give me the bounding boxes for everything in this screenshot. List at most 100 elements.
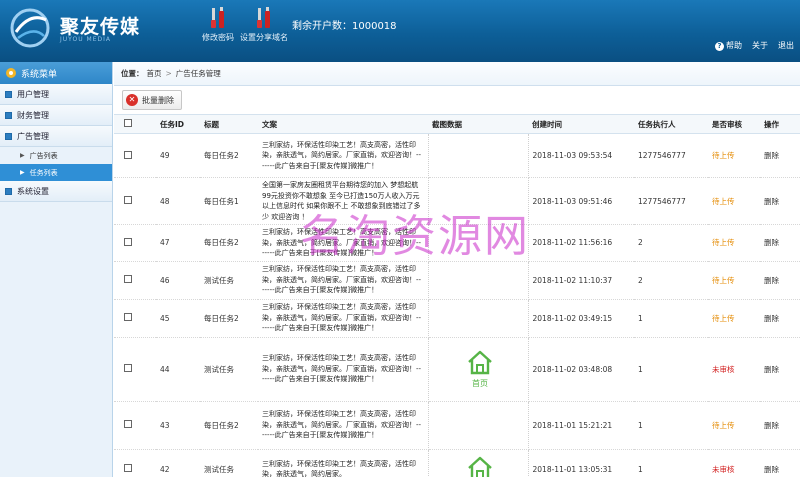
ad-copy: 三利家纺，环保活性印染工艺！高支高密，活性印染，亲肤透气，简约居家。厂家直销，欢… [258,401,429,450]
task-id: 47 [156,224,200,262]
row-checkbox[interactable] [124,313,132,321]
sidebar-item-finance-management[interactable]: 财务管理 [0,105,112,126]
table-row: 42 测试任务 三利家纺，环保活性印染工艺！高支高密，活性印染，亲肤透气，简约居… [114,449,800,477]
executor: 1 [634,449,708,477]
screenshot-cell [428,224,529,262]
top-header: 聚友传媒 JUYOU MEDIA 修改密码 设置分享域名 剩余开户数：10000… [0,0,800,62]
task-title: 每日任务2 [200,299,258,338]
task-id: 49 [156,133,200,178]
screenshot-cell[interactable]: 首页 [428,337,529,402]
review-status: 待上传 [708,133,760,178]
delete-link[interactable]: 删除 [760,177,800,225]
executor: 1 [634,401,708,450]
column-header: 文案 [258,114,428,134]
home-icon [468,350,492,375]
row-select-cell [114,337,156,402]
sidebar-item-label: 广告管理 [17,131,49,141]
gear-icon [6,68,16,78]
main-content: 位置： 首页 > 广告任务管理 ✕ 批量删除 任务ID 标题 文案 截图数据 创… [114,62,800,477]
row-checkbox[interactable] [124,420,132,428]
brand-name: 聚友传媒 [60,16,141,38]
ad-copy: 三利家纺，环保活性印染工艺！高支高密，活性印染，亲肤透气，简约居家。厂家直销，欢… [258,299,429,338]
ad-copy: 三利家纺，环保活性印染工艺！高支高密，活性印染，亲肤透气，简约居家。厂家直销，欢… [258,261,429,300]
row-select-cell [114,401,156,450]
brand-subtitle: JUYOU MEDIA [60,36,111,43]
row-select-cell [114,261,156,300]
created-time: 2018-11-02 03:49:15 [528,299,634,338]
review-status: 待上传 [708,401,760,450]
sidebar-item-system-settings[interactable]: 系统设置 [0,181,112,202]
task-title: 测试任务 [200,261,258,300]
sidebar-title: 系统菜单 [0,62,112,84]
breadcrumb-prefix: 位置： [121,69,144,78]
executor: 1277546777 [634,133,708,178]
created-time: 2018-11-02 11:10:37 [528,261,634,300]
column-header: 截图数据 [428,114,528,134]
select-all-checkbox[interactable] [124,119,132,127]
sidebar-subitem-ad-list[interactable]: ▶ 广告列表 [0,147,112,164]
task-title: 每日任务2 [200,133,258,178]
about-link[interactable]: 关于 [752,40,768,51]
delete-link[interactable]: 删除 [760,299,800,338]
sidebar-item-label: 用户管理 [17,89,49,99]
review-status: 待上传 [708,177,760,225]
ad-copy: 三利家纺，环保活性印染工艺！高支高密，活性印染，亲肤透气，简约居家。厂家直销，欢… [258,133,429,178]
sidebar-item-label: 系统设置 [17,186,49,196]
review-status: 待上传 [708,299,760,338]
sidebar-item-ad-management[interactable]: 广告管理 [0,126,112,147]
row-checkbox[interactable] [124,150,132,159]
bulk-delete-button[interactable]: ✕ 批量删除 [122,90,182,110]
breadcrumb-home[interactable]: 首页 [147,68,162,79]
task-title: 每日任务1 [200,177,258,225]
row-checkbox[interactable] [124,237,132,246]
sidebar-item-user-management[interactable]: 用户管理 [0,84,112,105]
delete-link[interactable]: 删除 [760,224,800,262]
created-time: 2018-11-03 09:53:54 [528,133,634,178]
review-status: 待上传 [708,261,760,300]
remaining-accounts-label: 剩余开户数： [292,21,352,32]
table-row: 46 测试任务 三利家纺，环保活性印染工艺！高支高密，活性印染，亲肤透气，简约居… [114,261,800,300]
menu-square-icon [5,187,12,195]
ad-copy: 三利家纺，环保活性印染工艺！高支高密，活性印染，亲肤透气，简约居家。厂家直销，欢… [258,337,429,402]
change-password-tool[interactable]: 修改密码 [192,6,244,43]
screenshot-cell [428,261,529,300]
share-domain-tool[interactable]: 设置分享域名 [238,6,290,43]
row-select-cell [114,133,156,178]
delete-link[interactable]: 删除 [760,401,800,450]
screenshot-cell[interactable] [428,449,529,477]
executor: 2 [634,261,708,300]
row-checkbox[interactable] [124,464,132,472]
delete-link[interactable]: 删除 [760,133,800,178]
share-domain-label: 设置分享域名 [240,33,288,42]
delete-link[interactable]: 删除 [760,337,800,402]
exit-link[interactable]: 退出 [778,40,794,51]
row-checkbox[interactable] [124,196,132,204]
row-checkbox[interactable] [124,364,132,372]
row-select-cell [114,224,156,262]
select-all-header [114,114,156,134]
wrench-screwdriver-icon [257,7,270,28]
column-header: 创建时间 [528,114,634,134]
row-checkbox[interactable] [124,275,132,283]
ad-copy: 三利家纺，环保活性印染工艺！高支高密，活性印染，亲肤透气，简约居家。 [258,449,429,477]
home-icon [468,456,492,477]
breadcrumb: 位置： 首页 > 广告任务管理 [114,62,800,86]
help-link[interactable]: ? 帮助 [715,40,742,51]
breadcrumb-current: 广告任务管理 [175,69,221,78]
task-id: 44 [156,337,200,402]
created-time: 2018-11-02 03:48:08 [528,337,634,402]
delete-link[interactable]: 删除 [760,261,800,300]
menu-square-icon [5,111,12,119]
sidebar-subitem-task-list[interactable]: ▶ 任务列表 [0,164,112,181]
sidebar: 系统菜单 用户管理 财务管理 广告管理 ▶ 广告列表 ▶ 任务列表 系统设置 [0,62,113,477]
delete-link[interactable]: 删除 [760,449,800,477]
screenshot-cell [428,401,529,450]
table-row: 47 每日任务2 三利家纺，环保活性印染工艺！高支高密，活性印染，亲肤透气，简约… [114,224,800,262]
row-select-cell [114,177,156,225]
delete-x-icon: ✕ [126,94,138,106]
task-table: 任务ID 标题 文案 截图数据 创建时间 任务执行人 是否审核 操作 49 每日… [114,114,800,477]
review-status: 待上传 [708,224,760,262]
table-row: 49 每日任务2 三利家纺，环保活性印染工艺！高支高密，活性印染，亲肤透气，简约… [114,133,800,178]
help-link-label: 帮助 [726,41,742,50]
logo-swirl-icon [10,8,50,48]
